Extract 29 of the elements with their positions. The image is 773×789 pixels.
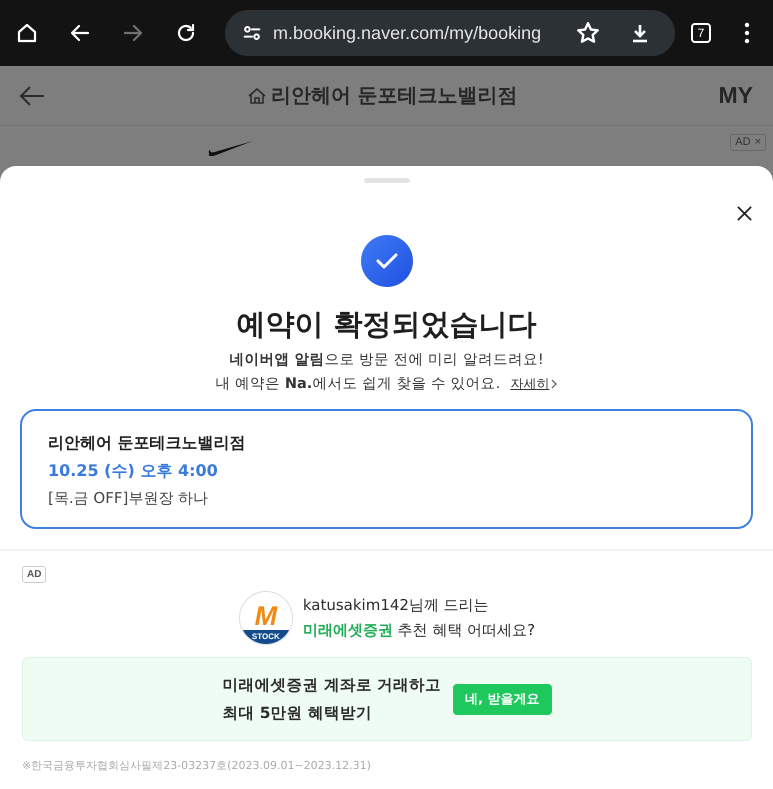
offer-text: 최대 5만원 혜택받기 (222, 702, 373, 724)
checkmark-icon (360, 235, 412, 287)
message-text: 네이버앱 알림으로 방문 전에 미리 알려드려요! (229, 351, 544, 369)
message-text: 내 예약은 Na.에서도 쉽게 찾을 수 있어요. (216, 375, 500, 393)
details-link[interactable]: 자세히 (510, 374, 550, 392)
menu-icon[interactable] (744, 22, 750, 44)
close-icon[interactable] (736, 205, 753, 222)
address-bar[interactable]: m.booking.naver.com/my/booking (225, 10, 675, 56)
page-title: 리안헤어 둔포테크노밸리점 (270, 82, 518, 109)
shop-name: 리안헤어 둔포테크노밸리점 (48, 433, 247, 454)
home-icon[interactable] (15, 21, 39, 45)
logo-letter: M (254, 602, 278, 630)
offer-text: 미래에셋증권 계좌로 거래하고 (222, 674, 442, 696)
service-name: [목.금 OFF]부원장 하나 (48, 489, 210, 508)
offer-question: 미래에셋증권 추천 혜택 어떠세요? (302, 621, 536, 640)
home-icon (246, 86, 267, 106)
disclaimer-text: ※한국금융투자협회심사필제23-03237호(2023.09.01~2023.12.31) (22, 758, 372, 773)
swoosh-icon (207, 140, 255, 157)
tab-count-button[interactable]: 7 (691, 23, 711, 43)
confirmation-title: 예약이 확정되었습니다 (236, 306, 537, 343)
my-link[interactable]: MY (718, 82, 753, 109)
chevron-icon[interactable] (551, 378, 558, 388)
greeting-text: katusakim142님께 드리는 (302, 596, 490, 615)
ad-label: AD (735, 135, 751, 150)
ad-badge: AD (22, 566, 46, 583)
drag-handle[interactable] (364, 178, 410, 183)
booking-datetime: 10.25 (수) 오후 4:00 (48, 461, 219, 482)
url-text: m.booking.naver.com/my/booking (273, 22, 542, 44)
star-icon[interactable] (575, 20, 601, 46)
